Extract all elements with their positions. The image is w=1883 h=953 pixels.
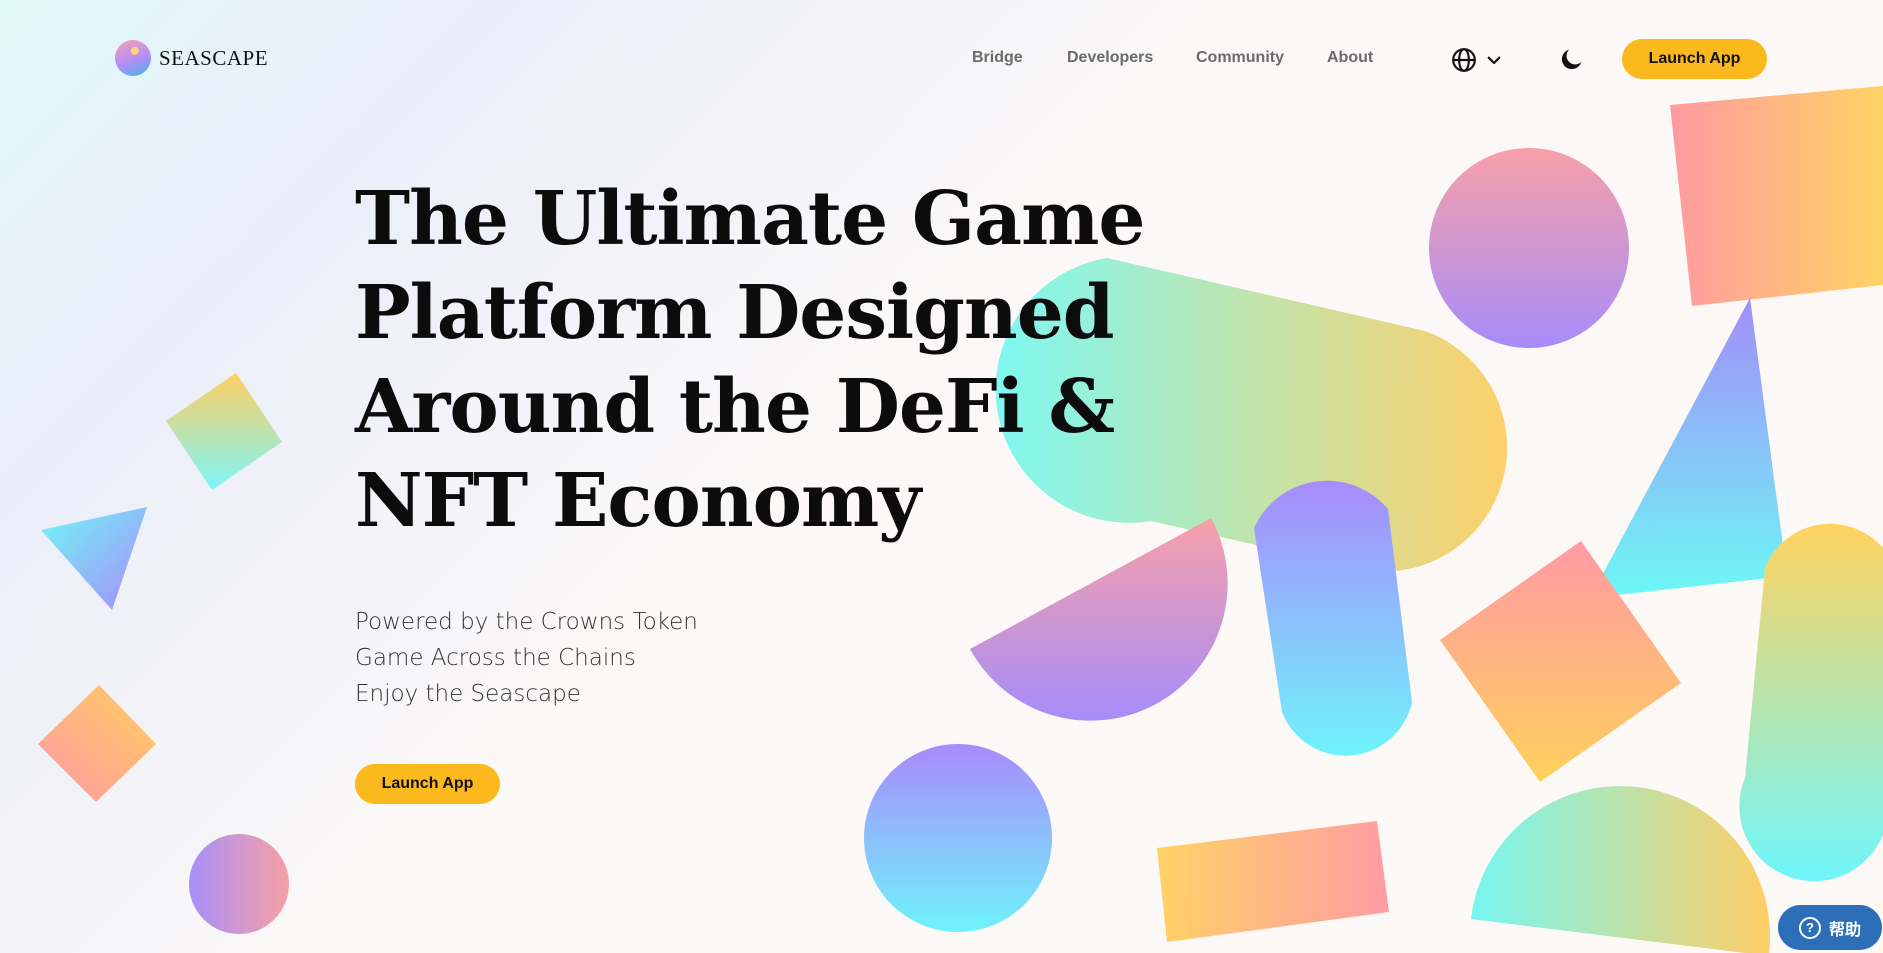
globe-icon[interactable] xyxy=(1451,47,1477,73)
circle-shape xyxy=(189,834,289,934)
circle-shape xyxy=(864,744,1052,932)
moon-icon[interactable] xyxy=(1558,45,1586,73)
brand-name: SEASCAPE xyxy=(159,45,269,70)
hero-launch-app-button[interactable]: Launch App xyxy=(355,764,500,804)
triangle-shape xyxy=(1590,298,1787,598)
hero-tagline: Game Across the Chains xyxy=(355,645,636,671)
seascape-logo-icon xyxy=(115,40,151,76)
diamond-shape xyxy=(166,373,282,490)
hero-title-line: The Ultimate Game xyxy=(355,176,1145,262)
diamond-shape xyxy=(38,685,156,802)
rectangle-shape xyxy=(1157,821,1389,942)
triangle-shape xyxy=(41,507,147,610)
pill-shape xyxy=(1254,480,1412,756)
brand-logo[interactable]: SEASCAPE xyxy=(115,40,268,76)
nav-item-community[interactable]: Community xyxy=(1196,49,1284,67)
circle-shape xyxy=(1429,148,1629,348)
nav-item-developers[interactable]: Developers xyxy=(1067,49,1153,67)
hero-title-line: Around the DeFi & xyxy=(355,364,1115,450)
nav-item-about[interactable]: About xyxy=(1327,49,1373,67)
square-shape xyxy=(1670,86,1883,306)
hero-title: The Ultimate Game Platform Designed Arou… xyxy=(355,172,1145,548)
chevron-down-icon[interactable] xyxy=(1485,51,1503,69)
help-button[interactable]: ? 帮助 xyxy=(1778,905,1882,950)
hero-title-line: NFT Economy xyxy=(355,458,921,544)
hero-tagline: Powered by the Crowns Token xyxy=(355,609,698,635)
half-circle-shape xyxy=(970,518,1228,721)
half-circle-shape xyxy=(1471,786,1770,953)
hero-tagline: Enjoy the Seascape xyxy=(355,681,581,707)
hero-title-line: Platform Designed xyxy=(355,270,1115,356)
help-icon: ? xyxy=(1798,916,1821,939)
nav-item-bridge[interactable]: Bridge xyxy=(972,49,1023,67)
launch-app-button[interactable]: Launch App xyxy=(1622,39,1767,79)
help-label: 帮助 xyxy=(1828,921,1861,939)
